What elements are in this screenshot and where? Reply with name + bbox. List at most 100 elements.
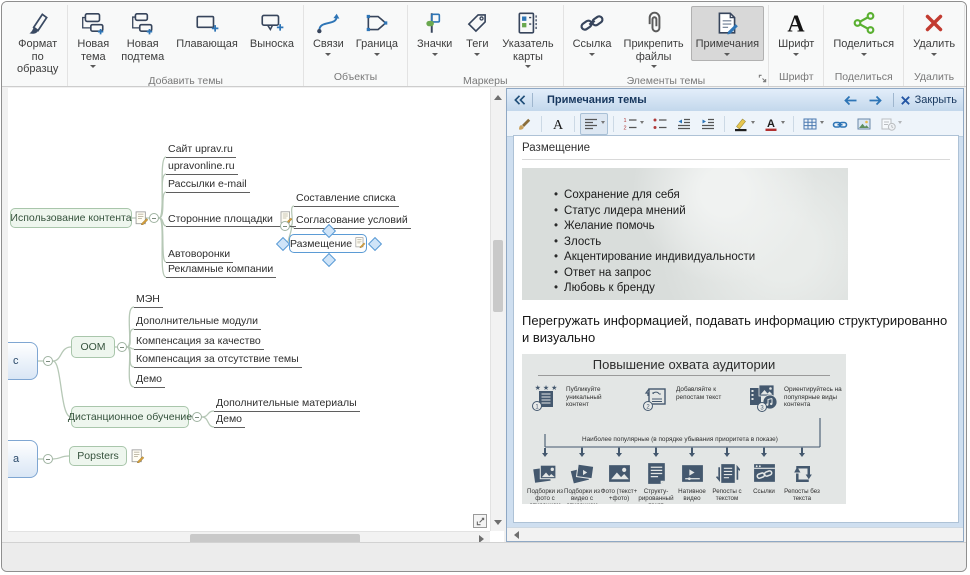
slide-bullet: Злость [554,235,848,251]
svg-text:1: 1 [624,118,627,124]
boundary-button[interactable]: Граница [351,6,403,61]
topic-note-icon[interactable] [135,211,149,225]
topic-note-icon[interactable] [355,237,366,250]
infographic-item: Фото (текст+ +фото) [599,448,639,502]
markers-icon [422,10,448,38]
photo-icon [607,461,632,486]
attach-files-button[interactable]: Прикрепить файлы [619,6,689,73]
collapse-panel-icon[interactable] [513,94,526,106]
vertical-scroll-thumb[interactable] [493,240,503,312]
topic-upravonline[interactable]: upravonline.ru [166,159,238,175]
datetime-icon[interactable] [877,113,905,135]
format-brush-icon[interactable] [514,113,536,135]
topic-reklam[interactable]: Рекламные компании [166,262,276,278]
application-window: Формат по образцу Новая тема Но [0,0,970,575]
dialog-launcher-icon[interactable] [758,74,767,83]
notes-horizontal-scrollbar[interactable] [507,527,963,541]
collapse-button[interactable] [43,454,53,464]
map-index-button[interactable]: Указатель карты [497,6,558,73]
close-panel-label: Закрыть [915,94,957,106]
topic-dop-materialy[interactable]: Дополнительные материалы [214,396,360,412]
font-button[interactable]: A Шрифт [773,6,819,61]
callout-button[interactable]: Выноска [245,6,299,53]
topic-avto[interactable]: Автоворонки [166,247,233,263]
notes-button[interactable]: Примечания [691,6,765,61]
topic-demo-1[interactable]: Демо [134,372,165,388]
format-painter-icon [25,10,51,38]
attach-files-icon [641,10,667,38]
ribbon-group-markers: Значки Теги Указатель карты [408,5,564,86]
new-topic-button[interactable]: Новая тема [72,6,114,73]
indent-icon[interactable] [697,113,719,135]
group-label-markers: Маркеры [411,74,560,89]
notes-forward-icon[interactable] [868,95,882,106]
topic-cut-2[interactable]: а [8,440,38,478]
topic-soglas[interactable]: Согласование условий [294,213,411,229]
topic-men[interactable]: МЭН [134,292,163,308]
outdent-icon[interactable] [673,113,695,135]
numbered-list-icon[interactable]: 12 [619,113,647,135]
topic-popsters[interactable]: Popsters [69,446,127,466]
map-canvas[interactable]: Использование контента Сайт uprav.ru upr… [8,88,504,545]
floating-topic-button[interactable]: Плавающая [171,6,243,53]
highlight-icon[interactable] [730,113,758,135]
infographic-item: Ссылки [744,448,784,495]
delete-button[interactable]: Удалить [908,6,960,61]
topic-komp-otsutstvie[interactable]: Компенсация за отсутствие темы [134,352,302,368]
collapse-button[interactable] [149,213,159,223]
topic-oom[interactable]: ООМ [71,336,115,358]
group-label-delete: Удалить [907,70,961,86]
new-topic-icon [80,10,106,38]
font-a-icon[interactable]: A [547,113,569,135]
collapse-button[interactable] [117,342,127,352]
infographic-item: Структу-рированный текст [636,448,676,504]
relationships-button[interactable]: Связи [308,6,349,61]
format-painter-button[interactable]: Формат по образцу [12,6,63,78]
delete-icon [921,10,947,38]
insert-link-icon[interactable] [829,113,851,135]
notes-scroll-left-button[interactable] [507,528,521,542]
canvas-vertical-scrollbar[interactable] [490,88,504,531]
notes-content[interactable]: Размещение Сохранение для себя Статус ли… [513,135,959,523]
table-icon[interactable] [799,113,827,135]
svg-text:2: 2 [624,125,627,131]
collapse-button[interactable] [192,412,202,422]
fit-map-button[interactable] [473,514,487,528]
hyperlink-button[interactable]: Ссылка [568,6,617,61]
infographic-item: Подборки из видео с описанием [562,448,602,504]
ribbon-group-add-topics: Новая тема Новая подтема Плавающая [68,5,304,86]
mindmap-app-window: Формат по образцу Новая тема Но [1,1,967,572]
group-label-font: Шрифт [772,70,820,86]
topic-storon[interactable]: Сторонние площадки [166,211,296,227]
topic-usage[interactable]: Использование контента [10,208,132,228]
topic-sostav[interactable]: Составление списка [294,191,399,207]
font-color-icon[interactable]: A [760,113,788,135]
align-left-icon[interactable] [580,113,608,135]
topic-email[interactable]: Рассылки e-mail [166,177,250,193]
scroll-up-button[interactable] [491,88,505,102]
tags-button[interactable]: Теги [459,6,495,61]
notes-back-icon[interactable] [844,95,858,106]
scroll-down-button[interactable] [491,517,505,531]
group-label-objects: Объекты [307,70,404,86]
share-button[interactable]: Поделиться [828,6,899,61]
topic-komp-kachestvo[interactable]: Компенсация за качество [134,334,264,350]
bullet-list-icon[interactable] [649,113,671,135]
new-subtopic-button[interactable]: Новая подтема [116,6,169,65]
topic-distance-learning[interactable]: Дистанционное обучение [71,406,189,428]
icon-markers-button[interactable]: Значки [412,6,457,61]
map-area[interactable]: Использование контента Сайт uprav.ru upr… [8,88,490,531]
ribbon-group-format: Формат по образцу [8,5,68,86]
topic-demo-2[interactable]: Демо [214,412,245,428]
collapse-button[interactable] [280,221,290,231]
topic-note-icon[interactable] [131,449,145,463]
topic-cut-1[interactable]: с [8,342,38,380]
collapse-button[interactable] [43,356,53,366]
insert-image-icon[interactable] [853,113,875,135]
topic-site[interactable]: Сайт uprav.ru [166,142,236,158]
topic-modules[interactable]: Дополнительные модули [134,314,261,330]
group-label-add-topics: Добавить темы [71,74,300,89]
close-panel-button[interactable]: Закрыть [900,94,957,106]
ribbon: Формат по образцу Новая тема Но [2,2,966,87]
notes-toolbar: A 12 A [507,111,963,137]
